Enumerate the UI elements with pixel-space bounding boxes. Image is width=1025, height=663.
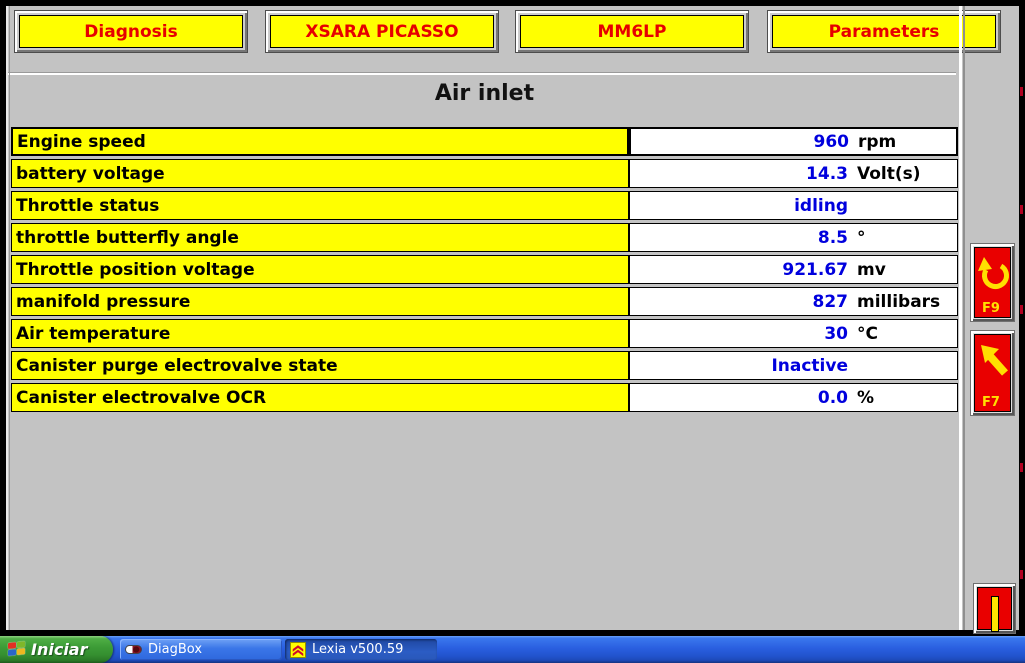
f9-button-face: F9 [974, 247, 1011, 318]
divider [6, 6, 8, 630]
parameter-label: Canister purge electrovalve state [11, 351, 629, 380]
frame-artifact [1020, 570, 1023, 579]
taskbar-item-lexia[interactable]: Lexia v500.59 [285, 639, 437, 660]
parameter-unit: ° [848, 228, 957, 248]
frame-artifact [1020, 305, 1023, 314]
parameter-label: manifold pressure [11, 287, 629, 316]
parameter-value-cell: 960 rpm [629, 127, 958, 156]
parameter-value: 0.0 [630, 388, 848, 408]
parameter-label: battery voltage [11, 159, 629, 188]
exclamation-bar-icon [991, 596, 999, 632]
parameter-value-cell: 0.0 % [629, 383, 958, 412]
parameter-unit: millibars [848, 292, 957, 312]
parameter-value-cell: 827 millibars [629, 287, 958, 316]
divider [959, 6, 962, 630]
vehicle-button[interactable]: XSARA PICASSO [265, 10, 499, 53]
app-background: Diagnosis XSARA PICASSO MM6LP Parameters… [6, 6, 1019, 630]
parameter-value-cell: 30 °C [629, 319, 958, 348]
f7-button-face: F7 [974, 334, 1011, 412]
parameter-value-cell: 8.5 ° [629, 223, 958, 252]
parameter-label: Throttle status [11, 191, 629, 220]
parameter-label: throttle butterfly angle [11, 223, 629, 252]
ecu-button-label: MM6LP [520, 15, 744, 48]
parameter-value: 960 [631, 132, 849, 152]
divider [6, 73, 956, 75]
table-row[interactable]: Canister electrovalve OCR 0.0 % [11, 383, 958, 412]
page-title: Air inlet [11, 78, 958, 110]
table-row[interactable]: battery voltage 14.3 Volt(s) [11, 159, 958, 188]
parameter-unit: °C [848, 324, 957, 344]
parameter-value-cell: 14.3 Volt(s) [629, 159, 958, 188]
arrow-up-left-icon [975, 339, 1011, 389]
exit-button[interactable] [973, 583, 1016, 634]
windows-logo-icon [8, 641, 26, 658]
ecu-button[interactable]: MM6LP [515, 10, 749, 53]
frame-artifact [1020, 205, 1023, 214]
parameter-unit: Volt(s) [848, 164, 957, 184]
parameter-label: Engine speed [11, 127, 629, 156]
parameter-value: 30 [630, 324, 848, 344]
parameter-label: Canister electrovalve OCR [11, 383, 629, 412]
exit-button-face [977, 587, 1012, 630]
diagnosis-button[interactable]: Diagnosis [14, 10, 248, 53]
parameter-value-cell: Inactive [629, 351, 958, 380]
parameter-value: 14.3 [630, 164, 848, 184]
f7-arrow-button[interactable]: F7 [970, 330, 1015, 416]
parameters-table: Engine speed 960 rpm battery voltage 14.… [11, 127, 958, 412]
table-row[interactable]: manifold pressure 827 millibars [11, 287, 958, 316]
f9-key-label: F9 [982, 301, 1000, 316]
frame-artifact [1020, 463, 1023, 472]
table-row[interactable]: Throttle position voltage 921.67 mv [11, 255, 958, 284]
table-row[interactable]: Throttle status idling [11, 191, 958, 220]
parameter-value-cell: idling [629, 191, 958, 220]
parameter-value-cell: 921.67 mv [629, 255, 958, 284]
vehicle-button-label: XSARA PICASSO [270, 15, 494, 48]
parameter-value: 921.67 [630, 260, 848, 280]
parameter-value: 8.5 [630, 228, 848, 248]
frame-artifact [1020, 87, 1023, 96]
divider [9, 6, 10, 630]
undo-arrow-icon [975, 252, 1011, 298]
diagbox-switch-icon [125, 645, 142, 654]
taskbar-item-diagbox[interactable]: DiagBox [120, 639, 282, 660]
parameter-value: 827 [630, 292, 848, 312]
table-row[interactable]: throttle butterfly angle 8.5 ° [11, 223, 958, 252]
parameter-label: Throttle position voltage [11, 255, 629, 284]
divider [963, 6, 965, 630]
table-row[interactable]: Engine speed 960 rpm [11, 127, 958, 156]
f7-key-label: F7 [982, 395, 1000, 410]
lexia-diagnostic-screen: Diagnosis XSARA PICASSO MM6LP Parameters… [0, 0, 1025, 663]
start-button-label: Iniciar [31, 640, 87, 659]
app-window: Diagnosis XSARA PICASSO MM6LP Parameters… [0, 0, 1025, 636]
parameter-unit: rpm [849, 132, 956, 152]
taskbar-item-label: Lexia v500.59 [312, 642, 403, 657]
parameter-unit: % [848, 388, 957, 408]
table-row[interactable]: Air temperature 30 °C [11, 319, 958, 348]
diagnosis-button-label: Diagnosis [19, 15, 243, 48]
citroen-chevron-icon [290, 642, 306, 658]
f9-back-button[interactable]: F9 [970, 243, 1015, 322]
parameter-unit: mv [848, 260, 957, 280]
taskbar-item-label: DiagBox [148, 642, 202, 657]
parameter-value: idling [630, 196, 848, 216]
parameters-button[interactable]: Parameters [767, 10, 1001, 53]
start-button[interactable]: Iniciar [0, 636, 113, 663]
table-row[interactable]: Canister purge electrovalve state Inacti… [11, 351, 958, 380]
parameter-value: Inactive [630, 356, 848, 376]
parameter-label: Air temperature [11, 319, 629, 348]
windows-taskbar: Iniciar DiagBox Lexia v500.59 [0, 636, 1025, 663]
